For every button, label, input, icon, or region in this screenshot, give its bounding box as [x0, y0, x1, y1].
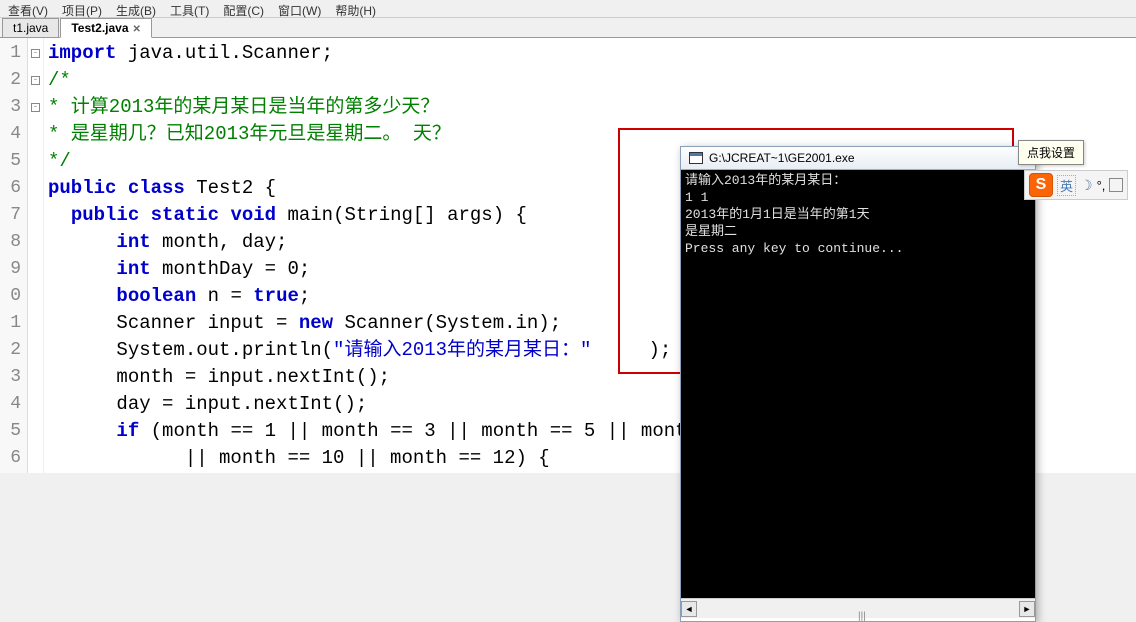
- scroll-thumb[interactable]: |||: [858, 611, 876, 622]
- menu-build[interactable]: 生成(B): [116, 2, 156, 15]
- fold-column: ---: [28, 38, 44, 473]
- ime-language[interactable]: 英: [1057, 175, 1076, 196]
- line-numbers: 1234567890123456: [0, 38, 28, 473]
- console-output[interactable]: 请输入2013年的某月某日： 1 1 2013年的1月1日是当年的第1天 是星期…: [681, 170, 1035, 598]
- menu-config[interactable]: 配置(C): [223, 2, 264, 15]
- comma-icon[interactable]: °,: [1097, 178, 1106, 193]
- menu-window[interactable]: 窗口(W): [278, 2, 321, 15]
- close-icon[interactable]: ✕: [133, 24, 141, 35]
- console-window: G:\JCREAT~1\GE2001.exe 请输入2013年的某月某日： 1 …: [680, 146, 1036, 622]
- ime-toolbar[interactable]: S 英 ☽ °,: [1024, 170, 1128, 200]
- console-title-text: G:\JCREAT~1\GE2001.exe: [709, 151, 855, 165]
- ime-logo-icon[interactable]: S: [1029, 173, 1053, 197]
- tab-file-2[interactable]: Test2.java✕: [60, 18, 152, 38]
- menu-help[interactable]: 帮助(H): [335, 2, 376, 15]
- tooltip[interactable]: 点我设置: [1018, 140, 1084, 165]
- scroll-right-icon[interactable]: ►: [1019, 601, 1035, 617]
- menu-bar: 查看(V) 项目(P) 生成(B) 工具(T) 配置(C) 窗口(W) 帮助(H…: [0, 0, 1136, 18]
- console-title-bar[interactable]: G:\JCREAT~1\GE2001.exe: [681, 147, 1035, 170]
- tab-file-1[interactable]: t1.java: [2, 18, 59, 37]
- scroll-left-icon[interactable]: ◄: [681, 601, 697, 617]
- menu-tools[interactable]: 工具(T): [170, 2, 209, 15]
- console-icon: [689, 152, 703, 164]
- menu-project[interactable]: 项目(P): [62, 2, 102, 15]
- menu-view[interactable]: 查看(V): [8, 2, 48, 15]
- keyboard-icon[interactable]: [1109, 178, 1123, 192]
- moon-icon[interactable]: ☽: [1080, 177, 1093, 194]
- scrollbar[interactable]: ◄ ||| ►: [681, 598, 1035, 618]
- tab-bar: t1.java Test2.java✕: [0, 18, 1136, 38]
